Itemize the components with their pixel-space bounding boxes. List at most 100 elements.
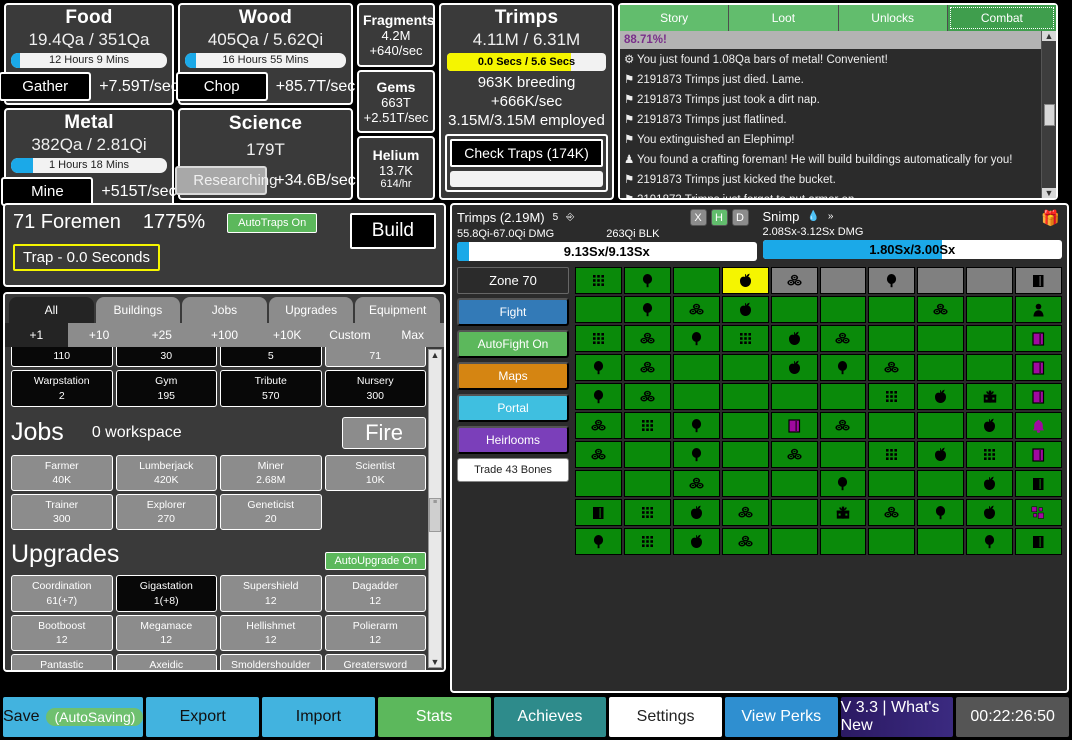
log-scrollbar[interactable]: ▲ ▼ — [1041, 31, 1056, 198]
scroll-thumb[interactable] — [1044, 104, 1055, 126]
qty-plus10[interactable]: +10 — [68, 323, 131, 347]
world-cell[interactable] — [868, 325, 915, 352]
purchase-scrollbar[interactable]: ▲ ≡ ▼ — [428, 349, 442, 668]
upgrade-pantastic[interactable]: Pantastic12 — [11, 654, 113, 670]
achieves-button[interactable]: Achieves — [494, 697, 607, 737]
version-whats-new-button[interactable]: V 3.3 | What's New — [841, 697, 954, 737]
world-cell[interactable] — [1015, 354, 1062, 381]
world-cell[interactable] — [575, 267, 622, 294]
job-farmer[interactable]: Farmer40K — [11, 455, 113, 491]
building-nursery[interactable]: Nursery300 — [325, 370, 427, 406]
world-cell[interactable] — [1015, 267, 1062, 294]
world-cell[interactable] — [1015, 325, 1062, 352]
autotraps-toggle[interactable]: AutoTraps On — [227, 213, 317, 233]
upgrade-megamace[interactable]: Megamace12 — [116, 615, 218, 651]
world-cell[interactable] — [917, 267, 964, 294]
world-cell[interactable] — [868, 499, 915, 526]
job-miner[interactable]: Miner2.68M — [220, 455, 322, 491]
tab-buildings[interactable]: Buildings — [96, 297, 181, 323]
world-cell[interactable] — [771, 383, 818, 410]
gather-button[interactable]: Gather — [0, 72, 91, 101]
world-cell[interactable] — [673, 499, 720, 526]
world-cell[interactable] — [820, 383, 867, 410]
settings-button[interactable]: Settings — [609, 697, 722, 737]
world-cell[interactable] — [624, 325, 671, 352]
portal-button[interactable]: Portal — [457, 394, 569, 422]
qty-plus1[interactable]: +1 — [5, 323, 68, 347]
world-cell[interactable] — [917, 499, 964, 526]
world-cell[interactable] — [771, 412, 818, 439]
world-cell[interactable] — [771, 528, 818, 555]
tab-upgrades[interactable]: Upgrades — [269, 297, 354, 323]
scroll-thumb[interactable]: ≡ — [429, 498, 441, 532]
check-traps-button[interactable]: Check Traps (174K) — [450, 139, 603, 167]
world-cell[interactable] — [575, 441, 622, 468]
world-cell[interactable] — [624, 528, 671, 555]
resource-science[interactable]: Science 179T Researching +34.6B/sec — [178, 108, 353, 200]
trade-bones-button[interactable]: Trade 43 Bones — [457, 458, 569, 482]
world-cell[interactable] — [673, 354, 720, 381]
world-cell[interactable] — [966, 470, 1013, 497]
building-warpstation[interactable]: Warpstation2 — [11, 370, 113, 406]
world-cell[interactable] — [673, 296, 720, 323]
world-cell[interactable] — [917, 296, 964, 323]
world-cell[interactable] — [966, 325, 1013, 352]
qty-plus100[interactable]: +100 — [193, 323, 256, 347]
import-button[interactable]: Import — [262, 697, 375, 737]
world-cell[interactable] — [868, 296, 915, 323]
world-cell[interactable] — [1015, 499, 1062, 526]
scroll-down-icon[interactable]: ▼ — [431, 657, 440, 667]
world-cell[interactable] — [575, 296, 622, 323]
world-cell[interactable] — [624, 499, 671, 526]
world-cell[interactable] — [966, 354, 1013, 381]
resource-wood[interactable]: Wood 405Qa / 5.62Qi 16 Hours 55 Mins Cho… — [178, 3, 353, 105]
world-cell[interactable] — [966, 267, 1013, 294]
world-cell[interactable] — [624, 296, 671, 323]
chop-button[interactable]: Chop — [176, 72, 268, 101]
job-lumberjack[interactable]: Lumberjack420K — [116, 455, 218, 491]
flag-d[interactable]: D — [732, 209, 749, 226]
world-cell[interactable] — [820, 267, 867, 294]
world-cell[interactable] — [624, 354, 671, 381]
world-cell[interactable] — [917, 528, 964, 555]
researching-button[interactable]: Researching — [175, 166, 267, 195]
job-explorer[interactable]: Explorer270 — [116, 494, 218, 530]
log-tab-loot[interactable]: Loot — [729, 5, 838, 31]
world-cell[interactable] — [722, 354, 769, 381]
world-cell[interactable] — [917, 470, 964, 497]
world-cell[interactable] — [966, 499, 1013, 526]
world-cell[interactable] — [820, 470, 867, 497]
world-cell[interactable] — [575, 528, 622, 555]
world-cell[interactable] — [624, 267, 671, 294]
scroll-up-icon[interactable]: ▲ — [1042, 31, 1056, 41]
world-cell[interactable] — [673, 383, 720, 410]
world-cell[interactable] — [868, 267, 915, 294]
upgrade-bootboost[interactable]: Bootboost12 — [11, 615, 113, 651]
world-cell[interactable] — [917, 354, 964, 381]
world-cell[interactable] — [820, 441, 867, 468]
world-cell[interactable] — [624, 412, 671, 439]
fire-button[interactable]: Fire — [342, 417, 426, 449]
upgrade-axeidic[interactable]: Axeidic11(+1) — [116, 654, 218, 670]
building-resort[interactable]: Resort110 — [11, 347, 113, 367]
world-cell[interactable] — [575, 412, 622, 439]
resource-metal[interactable]: Metal 382Qa / 2.81Qi 1 Hours 18 Mins Min… — [4, 108, 174, 210]
world-cell[interactable] — [673, 441, 720, 468]
tab-all[interactable]: All — [9, 297, 94, 323]
world-cell[interactable] — [722, 296, 769, 323]
world-cell[interactable] — [917, 325, 964, 352]
qty-plus25[interactable]: +25 — [130, 323, 193, 347]
world-cell[interactable] — [966, 528, 1013, 555]
world-cell[interactable] — [771, 267, 818, 294]
world-cell[interactable] — [624, 441, 671, 468]
world-cell[interactable] — [1015, 296, 1062, 323]
world-cell[interactable] — [722, 441, 769, 468]
world-cell[interactable] — [673, 325, 720, 352]
world-cell[interactable] — [771, 441, 818, 468]
world-cell[interactable] — [722, 499, 769, 526]
building-tribute[interactable]: Tribute570 — [220, 370, 322, 406]
building-collector[interactable]: Collector71 — [325, 347, 427, 367]
world-cell[interactable] — [966, 296, 1013, 323]
job-geneticist[interactable]: Geneticist20 — [220, 494, 322, 530]
heirlooms-button[interactable]: Heirlooms — [457, 426, 569, 454]
